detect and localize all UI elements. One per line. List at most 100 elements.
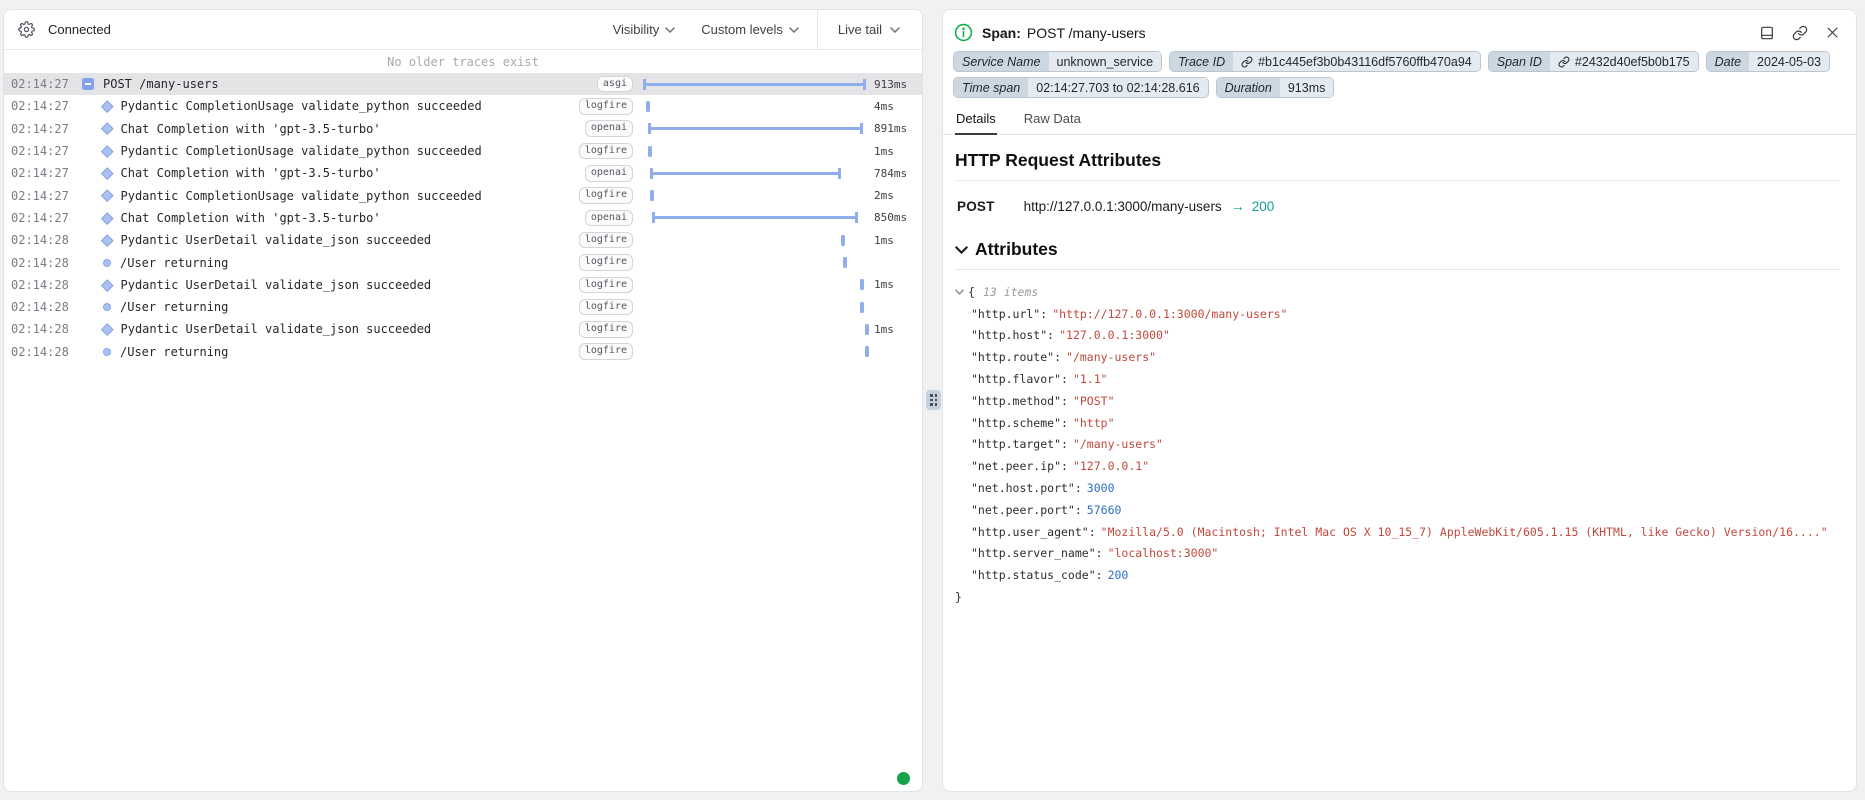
json-value: "127.0.0.1:3000" [1059,328,1170,342]
http-request-row: POST http://127.0.0.1:3000/many-users → … [957,198,1840,214]
log-circle-icon [103,348,111,356]
duration-label: 913ms [874,78,918,91]
json-entries: "http.url":"http://127.0.0.1:3000/many-u… [955,303,1840,586]
settings-gear-icon[interactable] [18,21,35,38]
chevron-down-icon [789,27,799,33]
trace-row[interactable]: 02:14:27Chat Completion with 'gpt-3.5-tu… [4,118,922,140]
json-colon: : [1089,525,1096,539]
span-diamond-icon [101,190,113,202]
meta-badge-label: Service Name [954,52,1049,71]
span-title: Span: POST /many-users [982,25,1146,41]
trace-row[interactable]: 02:14:27Chat Completion with 'gpt-3.5-tu… [4,207,922,229]
trace-row-timestamp: 02:14:27 [11,211,77,225]
trace-list-panel: Connected Visibility Custom levels Live … [3,9,923,792]
json-value: "/many-users" [1073,437,1163,451]
trace-row-timestamp: 02:14:28 [11,345,77,359]
json-value: 3000 [1087,481,1115,495]
trace-row[interactable]: 02:14:28Pydantic UserDetail validate_jso… [4,318,922,340]
duration-label: 1ms [874,323,918,336]
visibility-dropdown[interactable]: Visibility [613,22,676,37]
json-key: "http.status_code" [971,568,1096,582]
duration-timeline [643,95,868,117]
dock-panel-icon[interactable] [1759,25,1775,41]
duration-tick [650,190,654,201]
span-diamond-icon [101,145,113,157]
span-diamond-icon [101,323,113,335]
duration-tick [843,257,847,268]
tag-cell: asgi [587,76,633,93]
span-name: Pydantic CompletionUsage validate_python… [121,99,579,113]
span-name: Pydantic UserDetail validate_json succee… [121,233,579,247]
duration-timeline [643,341,868,363]
json-value: "/many-users" [1066,350,1156,364]
trace-row[interactable]: 02:14:28/User returninglogfire [4,251,922,273]
trace-row-timestamp: 02:14:27 [11,166,77,180]
meta-badge-value: 2024-05-03 [1749,52,1829,71]
scope-tag-badge: logfire [579,299,633,316]
details-tabs: Details Raw Data [943,106,1856,135]
json-entry: "net.peer.port":57660 [955,499,1840,521]
link-icon[interactable] [1241,56,1253,68]
json-colon: : [1096,546,1103,560]
http-request-attributes-heading: HTTP Request Attributes [955,150,1840,181]
log-circle-icon [103,303,111,311]
tag-cell: logfire [579,232,633,249]
trace-row[interactable]: 02:14:27Chat Completion with 'gpt-3.5-tu… [4,162,922,184]
tab-raw-data[interactable]: Raw Data [1023,106,1082,134]
trace-row[interactable]: 02:14:27 Pydantic CompletionUsage validat… [4,95,922,117]
duration-label: 850ms [874,211,918,224]
copy-link-icon[interactable] [1792,25,1808,41]
tab-details[interactable]: Details [955,106,997,135]
link-icon[interactable] [1558,56,1570,68]
duration-timeline [643,318,868,340]
trace-row[interactable]: 02:14:27Pydantic CompletionUsage validat… [4,140,922,162]
json-value: "localhost:3000" [1108,546,1219,560]
trace-row-timestamp: 02:14:27 [11,99,77,113]
json-value: 200 [1108,568,1129,582]
json-value: "1.1" [1073,372,1108,386]
live-tail-dropdown[interactable]: Live tail [817,10,922,49]
json-key: "http.route" [971,350,1054,364]
badge-row: Time span02:14:27.703 to 02:14:28.616Dur… [953,77,1856,98]
meta-badge-text: 02:14:27.703 to 02:14:28.616 [1036,81,1199,95]
trace-row[interactable]: 02:14:28Pydantic UserDetail validate_jso… [4,229,922,251]
scope-tag-badge: logfire [579,254,633,271]
trace-row[interactable]: 02:14:27POST /many-usersasgi913ms [4,73,922,95]
trace-row[interactable]: 02:14:27Pydantic CompletionUsage validat… [4,184,922,206]
trace-row[interactable]: 02:14:28/User returninglogfire [4,296,922,318]
collapse-toggle-icon[interactable] [955,289,964,295]
live-tail-label: Live tail [838,22,882,37]
trace-row[interactable]: 02:14:28Pydantic UserDetail validate_jso… [4,274,922,296]
span-name: /User returning [120,345,579,359]
json-colon: : [1061,437,1068,451]
close-icon[interactable] [1825,25,1840,40]
tag-cell: logfire [579,277,633,294]
custom-levels-dropdown[interactable]: Custom levels [701,22,799,37]
duration-label: 1ms [874,278,918,291]
collapse-toggle-icon[interactable] [82,78,94,90]
duration-tick [648,146,652,157]
visibility-label: Visibility [613,22,660,37]
json-colon: : [1061,416,1068,430]
duration-tick [860,279,864,290]
duration-label: 1ms [874,145,918,158]
json-open-line: { 13 items [955,281,1840,303]
json-value: "http" [1073,416,1115,430]
duration-bar [643,83,866,86]
json-value: "http://127.0.0.1:3000/many-users" [1052,307,1287,321]
json-value: "POST" [1073,394,1115,408]
json-key: "http.method" [971,394,1061,408]
attributes-heading[interactable]: Attributes [955,239,1840,270]
trace-row[interactable]: 02:14:28/User returninglogfire [4,341,922,363]
json-key: "http.flavor" [971,372,1061,386]
panel-resize-handle[interactable] [926,390,941,410]
span-title-label: Span: [982,25,1021,41]
span-name: Chat Completion with 'gpt-3.5-turbo' [121,122,585,136]
meta-badge-span-id: Span ID#2432d40ef5b0b175 [1488,51,1699,72]
trace-row-timestamp: 02:14:27 [11,144,77,158]
duration-label: 1ms [874,234,918,247]
info-circle-icon [954,23,973,42]
tag-cell: logfire [579,98,633,115]
scope-tag-badge: logfire [579,277,633,294]
json-entry: "http.flavor":"1.1" [955,368,1840,390]
